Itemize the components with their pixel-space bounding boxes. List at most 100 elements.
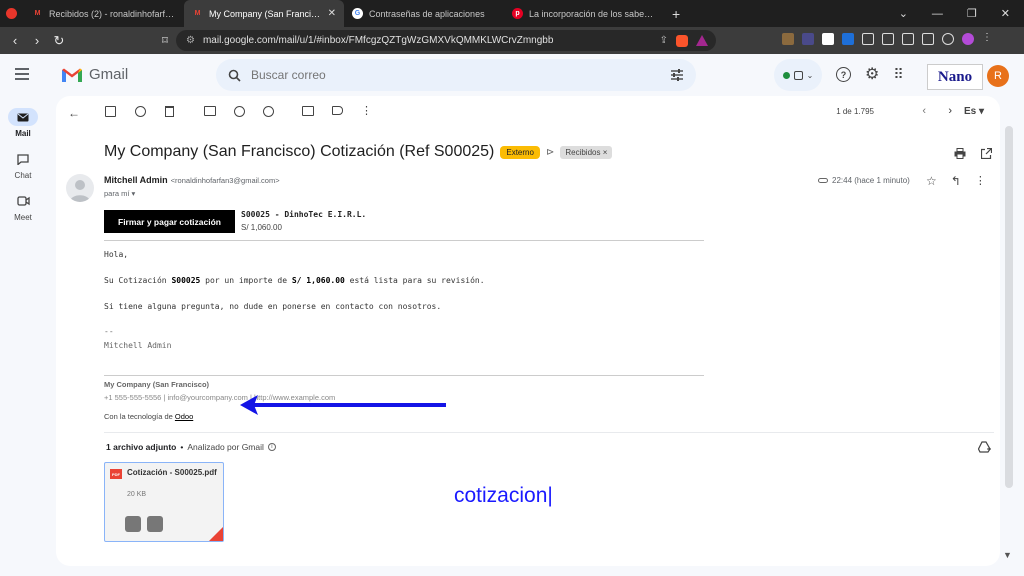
add-to-drive-icon[interactable] [977, 440, 991, 458]
extension-icon[interactable] [802, 33, 814, 45]
star-icon[interactable]: ☆ [926, 174, 937, 188]
reload-icon[interactable]: ↻ [48, 33, 70, 49]
browser-tab-3[interactable]: G Contraseñas de aplicaciones [344, 0, 504, 27]
sender-avatar[interactable] [66, 174, 94, 202]
scroll-down-icon[interactable]: ▼ [1003, 550, 1012, 560]
rail-item-mail[interactable]: Mail [0, 108, 46, 138]
search-bar[interactable] [216, 59, 696, 91]
forward-icon[interactable]: › [26, 33, 48, 48]
attachment-name: Cotización - S00025.pdf [127, 468, 217, 477]
extension-icon[interactable] [882, 33, 894, 45]
powered-by: Con la tecnología de Odoo [104, 412, 193, 421]
delete-icon[interactable] [165, 106, 174, 117]
browser-tab-2[interactable]: M My Company (San Francisco) C ✕ [184, 0, 344, 27]
sender-name[interactable]: Mitchell Admin <ronaldinhofarfan3@gmail.c… [104, 175, 280, 185]
rail-item-meet[interactable]: Meet [0, 192, 46, 222]
opera-icon [6, 8, 17, 19]
brave-rewards-icon[interactable] [696, 35, 708, 46]
rail-item-chat[interactable]: Chat [0, 150, 46, 180]
url-text: mail.google.com/mail/u/1/#inbox/FMfcgzQZ… [202, 35, 554, 46]
divider [104, 432, 994, 433]
save-to-drive-icon[interactable] [147, 516, 163, 532]
odoo-link[interactable]: Odoo [175, 412, 193, 421]
recipient-details[interactable]: para mí ▾ [104, 189, 135, 198]
rail-label: Meet [14, 213, 32, 222]
extension-icon[interactable] [822, 33, 834, 45]
minimize-icon[interactable]: — [932, 8, 943, 20]
help-icon[interactable]: ? [836, 67, 851, 82]
older-icon[interactable]: › [948, 105, 952, 117]
sign-and-pay-button[interactable]: Firmar y pagar cotización [104, 210, 235, 233]
mark-unread-icon[interactable] [204, 106, 216, 116]
annotation-text: cotizacion| [454, 484, 553, 507]
bookmark-icon[interactable]: ⌑ [154, 34, 176, 47]
sender-email: <ronaldinhofarfan3@gmail.com> [170, 176, 280, 185]
vpn-icon[interactable] [942, 33, 954, 45]
open-new-window-icon[interactable] [980, 146, 993, 164]
apps-grid-icon[interactable]: ⠿ [893, 67, 903, 82]
header-icons: ? ⚙ ⠿ [836, 67, 904, 83]
browser-tab-4[interactable]: p La incorporación de los saberes di [504, 0, 664, 27]
print-icon[interactable] [954, 146, 966, 164]
extension-icon[interactable] [842, 33, 854, 45]
newer-icon[interactable]: ‹ [922, 105, 926, 117]
gmail-m-icon [62, 68, 82, 82]
sidebar-icon[interactable] [902, 33, 914, 45]
time-text: 22:44 (hace 1 minuto) [832, 176, 910, 185]
account-avatar[interactable]: R [987, 65, 1009, 87]
label-icon[interactable] [332, 106, 343, 115]
attachment-card[interactable]: PDF Cotización - S00025.pdf 20 KB [104, 462, 224, 542]
remove-label-icon[interactable]: × [603, 148, 608, 157]
input-tools-selector[interactable]: Es ▾ [964, 106, 984, 117]
scrollbar[interactable] [1005, 126, 1013, 488]
browser-tab-1[interactable]: M Recibidos (2) - ronaldinhofarfan3@ [24, 0, 184, 27]
search-icon[interactable] [228, 69, 241, 82]
tab-title: La incorporación de los saberes di [529, 8, 656, 19]
important-marker-icon[interactable]: ⊳ [546, 147, 554, 158]
chevron-down-icon: ⌄ [806, 70, 814, 80]
profile-icon[interactable] [962, 33, 974, 45]
new-tab-icon[interactable]: + [672, 6, 680, 22]
info-icon[interactable]: i [267, 443, 276, 451]
site-settings-icon[interactable]: ⚙ [186, 35, 195, 46]
rail-label: Chat [14, 171, 32, 180]
wallet-icon[interactable] [922, 33, 934, 45]
address-bar[interactable]: ⚙ mail.google.com/mail/u/1/#inbox/FMfcgz… [176, 30, 716, 51]
more-icon[interactable]: ⋮ [975, 174, 986, 188]
reply-icon[interactable]: ↰ [951, 174, 961, 188]
close-window-icon[interactable]: ✕ [1001, 7, 1010, 20]
status-selector[interactable]: ⌄ [774, 59, 822, 91]
back-icon[interactable]: ‹ [4, 33, 26, 48]
back-arrow-icon[interactable]: ← [68, 106, 80, 120]
main-menu-icon[interactable] [15, 68, 29, 83]
close-tab-icon[interactable]: ✕ [328, 8, 336, 19]
signature-dash: -- [104, 327, 114, 336]
maximize-icon[interactable]: ❐ [967, 7, 977, 20]
move-to-icon[interactable] [302, 106, 314, 116]
extension-icon[interactable] [782, 33, 794, 45]
rail-label: Mail [15, 129, 31, 138]
gmail-favicon-icon: M [194, 10, 201, 17]
scanned-text: Analizado por Gmail [187, 442, 264, 452]
add-to-tasks-icon[interactable] [263, 106, 274, 117]
snooze-icon[interactable] [234, 106, 245, 117]
workspace-logo-text: Nano [937, 68, 973, 85]
puzzle-icon[interactable] [862, 33, 874, 45]
company-name: My Company (San Francisco) [104, 380, 210, 389]
line1-pre: Su Cotización [104, 276, 172, 285]
search-options-icon[interactable] [670, 68, 684, 82]
menu-icon[interactable]: ⋮ [982, 33, 992, 45]
download-icon[interactable] [125, 516, 141, 532]
settings-gear-icon[interactable]: ⚙ [865, 67, 879, 83]
workspace-logo[interactable]: Nano [927, 64, 983, 90]
more-options-icon[interactable]: ⋮ [361, 104, 372, 117]
search-input[interactable] [251, 68, 631, 82]
share-icon[interactable]: ⇪ [660, 35, 668, 46]
archive-icon[interactable] [105, 106, 116, 117]
browser-tab-0[interactable] [0, 0, 24, 27]
gmail-logo[interactable]: Gmail [61, 66, 128, 83]
annotation-arrow [240, 395, 446, 415]
report-spam-icon[interactable] [135, 106, 146, 117]
chevron-down-icon[interactable]: ⌄ [899, 7, 908, 20]
brave-shield-icon[interactable] [676, 34, 688, 47]
